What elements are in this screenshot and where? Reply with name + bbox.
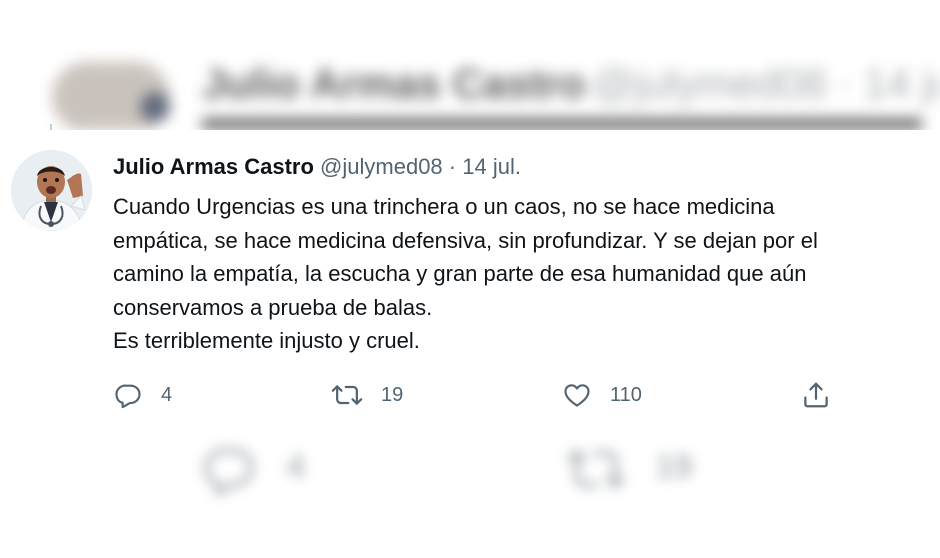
share-button[interactable] bbox=[801, 375, 831, 415]
blurred-background-tweet: Julio Armas Castro @julymed08 · 14 jul. bbox=[0, 0, 940, 130]
blurred-reply-icon bbox=[200, 440, 258, 503]
blurred-retweet-icon bbox=[565, 440, 627, 503]
author-handle[interactable]: @julymed08 bbox=[320, 154, 443, 179]
tweet-card[interactable]: Julio Armas Castro @julymed08 · 14 jul. … bbox=[0, 130, 940, 430]
tweet-header: Julio Armas Castro @julymed08 · 14 jul. bbox=[113, 154, 521, 180]
tweet-text-line: Es terriblemente injusto y cruel. bbox=[113, 328, 420, 354]
tweet-text-line: Cuando Urgencias es una trinchera o un c… bbox=[113, 194, 775, 219]
like-count: 110 bbox=[610, 383, 642, 406]
blurred-avatar-badge bbox=[140, 92, 170, 122]
avatar[interactable] bbox=[11, 150, 92, 231]
tweet-text-line: conservamos a prueba de balas. bbox=[113, 294, 433, 320]
retweet-button[interactable]: 19 bbox=[331, 375, 403, 415]
tweet-text-line: empática, se hace medicina defensiva, si… bbox=[113, 227, 818, 253]
share-icon bbox=[801, 380, 831, 410]
blurred-retweet-count: 19 bbox=[655, 448, 693, 486]
profile-photo-icon bbox=[11, 150, 92, 231]
reply-count: 4 bbox=[161, 383, 173, 406]
reply-button[interactable]: 4 bbox=[113, 375, 172, 415]
heart-icon bbox=[562, 380, 592, 410]
blurred-reply-count: 4 bbox=[286, 448, 305, 486]
author-name[interactable]: Julio Armas Castro bbox=[113, 154, 314, 179]
tweet-text-line: camino la empatía, la escucha y gran par… bbox=[113, 261, 807, 287]
like-button[interactable]: 110 bbox=[562, 375, 642, 415]
reply-icon bbox=[113, 380, 143, 410]
retweet-count: 19 bbox=[381, 383, 404, 406]
blurred-tweet-text bbox=[202, 118, 922, 130]
blurred-background-actions: 4 19 bbox=[0, 430, 940, 558]
retweet-icon bbox=[331, 380, 363, 410]
header-separator: · bbox=[448, 154, 457, 179]
tweet-action-bar: 4 19 110 bbox=[0, 375, 940, 415]
tweet-date[interactable]: 14 jul. bbox=[462, 154, 521, 179]
blurred-author-name: Julio Armas Castro bbox=[202, 60, 586, 107]
tweet-text: Cuando Urgencias es una trinchera o un c… bbox=[113, 190, 933, 358]
blurred-author-handle: @julymed08 · 14 jul. bbox=[592, 60, 940, 107]
